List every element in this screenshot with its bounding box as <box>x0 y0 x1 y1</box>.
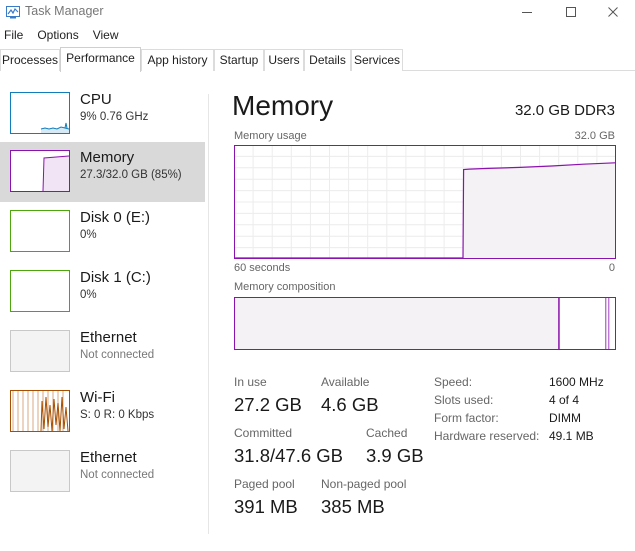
disk0-thumbnail <box>10 210 70 252</box>
in-use-label: In use <box>234 375 267 389</box>
cpu-thumbnail <box>10 92 70 134</box>
disk0-name: Disk 0 (E:) <box>80 209 151 226</box>
composition-segment <box>605 297 610 350</box>
time-left-label: 60 seconds <box>234 262 291 274</box>
cached-value: 3.9 GB <box>366 445 424 466</box>
menu-options[interactable]: Options <box>33 26 82 46</box>
available-label: Available <box>321 375 370 389</box>
close-icon <box>608 7 618 17</box>
wifi-thumbnail <box>10 390 70 432</box>
slots-value: 4 of 4 <box>549 393 580 407</box>
maximize-button[interactable] <box>549 0 593 24</box>
composition-segment <box>234 297 560 350</box>
menu-file[interactable]: File <box>0 26 27 46</box>
sidebar-item-memory[interactable]: Memory 27.3/32.0 GB (85%) <box>0 142 205 202</box>
speed-value: 1600 MHz <box>549 375 604 389</box>
cpu-name: CPU <box>80 91 112 108</box>
disk1-thumbnail <box>10 270 70 312</box>
tab-details[interactable]: Details <box>304 49 351 71</box>
tab-bar: Processes Performance App history Startu… <box>0 47 635 72</box>
in-use-value: 27.2 GB <box>234 394 302 415</box>
title-bar: Task Manager <box>0 0 635 24</box>
menu-view[interactable]: View <box>89 26 123 46</box>
usage-max-label: 32.0 GB <box>574 130 615 142</box>
task-manager-icon <box>6 6 20 19</box>
wifi-sub: S: 0 R: 0 Kbps <box>80 409 155 421</box>
ethernet2-sub: Not connected <box>80 469 155 481</box>
memory-composition-bar <box>234 297 616 350</box>
ethernet2-thumbnail <box>10 450 70 492</box>
memory-sparkline <box>42 155 69 191</box>
disk0-sub: 0% <box>80 229 97 241</box>
sidebar-item-wifi[interactable]: Wi-Fi S: 0 R: 0 Kbps <box>0 382 205 442</box>
disk1-sub: 0% <box>80 289 97 301</box>
sidebar-item-ethernet-1[interactable]: Ethernet Not connected <box>0 322 205 382</box>
memory-sub: 27.3/32.0 GB (85%) <box>80 169 182 181</box>
maximize-icon <box>566 7 576 17</box>
nonpaged-pool-value: 385 MB <box>321 496 385 517</box>
ethernet1-thumbnail <box>10 330 70 372</box>
tab-services[interactable]: Services <box>351 49 403 71</box>
sidebar-divider <box>208 94 209 534</box>
page-title: Memory <box>232 90 334 121</box>
committed-label: Committed <box>234 426 293 440</box>
hardware-reserved-value: 49.1 MB <box>549 429 594 443</box>
sidebar-item-ethernet-2[interactable]: Ethernet Not connected <box>0 442 205 502</box>
window-title: Task Manager <box>25 4 104 18</box>
minimize-button[interactable] <box>505 0 549 24</box>
wifi-name: Wi-Fi <box>80 389 115 406</box>
ethernet2-name: Ethernet <box>80 449 137 466</box>
cached-label: Cached <box>366 426 408 440</box>
sidebar-item-disk0[interactable]: Disk 0 (E:) 0% <box>0 202 205 262</box>
composition-segments <box>234 297 610 350</box>
composition-label: Memory composition <box>234 281 336 293</box>
sidebar-item-disk1[interactable]: Disk 1 (C:) 0% <box>0 262 205 322</box>
memory-usage-graph <box>234 145 616 259</box>
cpu-sparkline <box>40 122 69 133</box>
ethernet1-sub: Not connected <box>80 349 155 361</box>
form-factor-label: Form factor: <box>434 411 499 425</box>
time-right-label: 0 <box>608 262 615 274</box>
memory-spec: 32.0 GB DDR3 <box>514 102 615 119</box>
close-button[interactable] <box>591 0 635 24</box>
tab-app-history[interactable]: App history <box>141 49 214 71</box>
paged-pool-value: 391 MB <box>234 496 298 517</box>
hardware-reserved-label: Hardware reserved: <box>434 429 540 443</box>
tab-users[interactable]: Users <box>264 49 304 71</box>
sidebar-item-cpu[interactable]: CPU 9% 0.76 GHz <box>0 84 205 144</box>
paged-pool-label: Paged pool <box>234 477 295 491</box>
minimize-icon <box>522 12 532 13</box>
ethernet1-name: Ethernet <box>80 329 137 346</box>
disk1-name: Disk 1 (C:) <box>80 269 151 286</box>
committed-value: 31.8/47.6 GB <box>234 445 344 466</box>
menu-bar: File Options View <box>0 26 129 46</box>
speed-label: Speed: <box>434 375 473 389</box>
composition-segment <box>558 297 607 350</box>
memory-name: Memory <box>80 149 135 166</box>
wifi-sparkline <box>12 391 69 431</box>
tab-startup[interactable]: Startup <box>214 49 264 71</box>
tab-performance[interactable]: Performance <box>60 47 141 72</box>
nonpaged-pool-label: Non-paged pool <box>321 477 407 491</box>
tab-processes[interactable]: Processes <box>0 49 60 71</box>
slots-label: Slots used: <box>434 393 494 407</box>
available-value: 4.6 GB <box>321 394 379 415</box>
usage-label: Memory usage <box>234 130 307 142</box>
form-factor-value: DIMM <box>549 411 581 425</box>
memory-thumbnail <box>10 150 70 192</box>
cpu-sub: 9% 0.76 GHz <box>80 111 149 123</box>
